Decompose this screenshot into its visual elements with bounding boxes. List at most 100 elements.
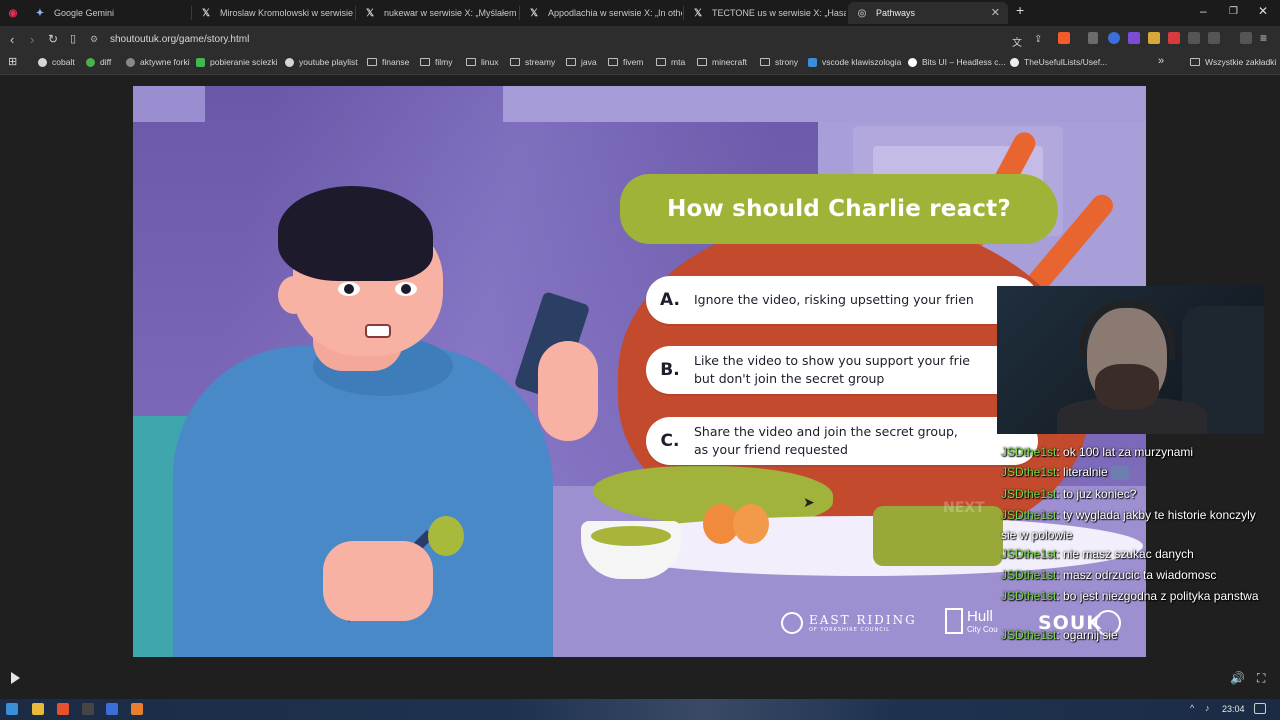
chat-message: JSDthe1st: nie masz szukac danych [1001, 547, 1194, 561]
windows-start-icon[interactable] [6, 703, 18, 715]
chat-username: JSDthe1st [1001, 487, 1057, 501]
bookmark-label: mta [671, 57, 686, 67]
fullscreen-icon[interactable]: ⛶ [1257, 671, 1265, 686]
bookmark-folder-finanse[interactable]: finanse [367, 57, 409, 67]
sidebar-icon[interactable] [1208, 32, 1220, 44]
folder-icon [697, 58, 707, 66]
bookmark-label: streamy [525, 57, 556, 67]
menu-icon[interactable]: ≡ [1260, 31, 1267, 45]
bookmark-label: Bits UI – Headless c... [922, 57, 1006, 67]
bookmark-cobalt[interactable]: cobalt [38, 57, 75, 67]
tab-pathways[interactable]: ◎ Pathways ✕ [848, 2, 1008, 24]
bookmark-label: aktywne forki [140, 57, 190, 67]
browser-menu-button[interactable]: ◉ [2, 2, 24, 24]
bookmark-pobieranie[interactable]: pobieranie sciezki [196, 57, 278, 67]
bookmark-usefullists[interactable]: TheUsefulLists/Usef... [1010, 57, 1107, 67]
extensions-puzzle-icon[interactable] [1188, 32, 1200, 44]
bookmark-vscode[interactable]: vscode klawiszologia [808, 57, 901, 67]
folder-icon [760, 58, 770, 66]
play-button[interactable] [11, 672, 20, 684]
opera-icon: ◉ [8, 7, 18, 19]
volume-icon[interactable]: 🔊 [1230, 671, 1245, 685]
restore-button[interactable]: ❐ [1229, 6, 1238, 17]
pause-icon[interactable] [1088, 32, 1098, 44]
option-letter: A. [660, 290, 680, 310]
bookmark-folder-mta[interactable]: mta [656, 57, 685, 67]
tab-nukewar[interactable]: 𝕏 nukewar w serwisie X: „Myślałem że t [356, 2, 518, 24]
github-icon [1010, 57, 1019, 67]
game-stage[interactable]: How should Charlie react? A. Ignore the … [133, 86, 1146, 657]
new-tab-button[interactable]: + [1016, 2, 1024, 18]
translate-icon[interactable]: 文 [1012, 34, 1022, 49]
bookmark-folder-strony[interactable]: strony [760, 57, 798, 67]
more-bookmarks-icon[interactable]: » [1158, 55, 1164, 67]
bookmark-label: filmy [435, 57, 453, 67]
brave-browser-icon[interactable] [57, 703, 69, 715]
close-window-button[interactable]: ✕ [1258, 4, 1268, 18]
site-icon [86, 57, 95, 67]
tab-label: Google Gemini [54, 8, 115, 18]
reload-button[interactable]: ↻ [48, 32, 58, 46]
minimize-button[interactable]: – [1200, 4, 1207, 18]
bookmark-folder-linux[interactable]: linux [466, 57, 498, 67]
chat-text: ogarnij sie [1063, 628, 1118, 642]
globe-icon: ◎ [857, 7, 867, 19]
site-icon [38, 57, 47, 67]
taskbar-clock[interactable]: 23:04 [1222, 704, 1245, 714]
bookmark-label: youtube playlist [299, 57, 358, 67]
tab-tectone[interactable]: 𝕏 TECTONE us w serwisie X: „Hasan sho [684, 2, 846, 24]
app-icon[interactable] [131, 703, 143, 715]
hull-subtitle: City Cou [967, 625, 998, 634]
extension-icon[interactable] [1168, 32, 1180, 44]
tab-label: Miroslaw Kromolowski w serwisie X: [220, 8, 354, 18]
chat-username: JSDthe1st [1001, 589, 1057, 603]
close-tab-icon[interactable]: ✕ [991, 6, 1000, 19]
extension-icon[interactable] [1108, 32, 1120, 44]
option-a-button[interactable]: A. Ignore the video, risking upsetting y… [646, 276, 1038, 324]
tab-gemini[interactable]: ✦ Google Gemini [26, 2, 190, 24]
tab-appodlachia[interactable]: 𝕏 Appodlachia w serwisie X: „In other c [520, 2, 682, 24]
tab-label: Appodlachia w serwisie X: „In other c [548, 8, 682, 18]
music-icon[interactable] [1240, 32, 1252, 44]
all-bookmarks-button[interactable]: Wszystkie zakładki [1190, 57, 1276, 67]
x-icon: 𝕏 [201, 7, 211, 19]
bookmark-folder-minecraft[interactable]: minecraft [697, 57, 747, 67]
notifications-icon[interactable] [1254, 703, 1266, 714]
bookmark-folder-java[interactable]: java [566, 57, 597, 67]
brave-shield-icon[interactable] [1058, 32, 1070, 44]
bookmark-diff[interactable]: diff [86, 57, 111, 67]
share-icon[interactable]: ⇪ [1034, 34, 1042, 45]
bookmark-aktywne-forki[interactable]: aktywne forki [126, 57, 190, 67]
speaker-icon[interactable]: ♪ [1205, 703, 1217, 715]
bookmarks-bar: ⊞ cobalt diff aktywne forki pobieranie s… [0, 52, 1280, 75]
back-button[interactable]: ‹ [10, 32, 14, 47]
bookmark-page-icon[interactable]: ▯ [70, 32, 76, 45]
terminal-icon[interactable] [82, 703, 94, 715]
site-info-icon[interactable]: ⚙ [90, 34, 104, 45]
forward-button[interactable]: › [30, 32, 34, 47]
bookmark-folder-streamy[interactable]: streamy [510, 57, 555, 67]
sprout [428, 516, 464, 556]
bookmark-folder-fivem[interactable]: fivem [608, 57, 643, 67]
apps-grid-icon[interactable]: ⊞ [8, 55, 17, 68]
chat-username: JSDthe1st [1001, 547, 1057, 561]
bookmark-youtube-playlist[interactable]: youtube playlist [285, 57, 358, 67]
next-button[interactable]: NEXT [943, 500, 985, 516]
tray-chevron-icon[interactable]: ^ [1190, 703, 1202, 715]
chat-text: literalnie [1063, 465, 1108, 479]
option-b-button[interactable]: B. Like the video to show you support yo… [646, 346, 1038, 394]
app-icon[interactable] [106, 703, 118, 715]
bookmark-bits-ui[interactable]: Bits UI – Headless c... [908, 57, 1006, 67]
address-bar[interactable]: ⚙ shoutoutuk.org/game/story.html [90, 29, 990, 49]
file-explorer-icon[interactable] [32, 703, 44, 715]
chat-text: bo jest niezgodna z polityka panstwa [1063, 589, 1259, 603]
east-riding-subtitle: OF YORKSHIRE COUNCIL [809, 627, 891, 633]
option-c-button[interactable]: C. Share the video and join the secret g… [646, 417, 1038, 465]
bookmark-label: java [581, 57, 597, 67]
tab-kromolowski[interactable]: 𝕏 Miroslaw Kromolowski w serwisie X: [192, 2, 354, 24]
extension-icon[interactable] [1128, 32, 1140, 44]
folder-icon [566, 58, 576, 66]
x-icon: 𝕏 [365, 7, 375, 19]
extension-icon[interactable] [1148, 32, 1160, 44]
bookmark-folder-filmy[interactable]: filmy [420, 57, 452, 67]
